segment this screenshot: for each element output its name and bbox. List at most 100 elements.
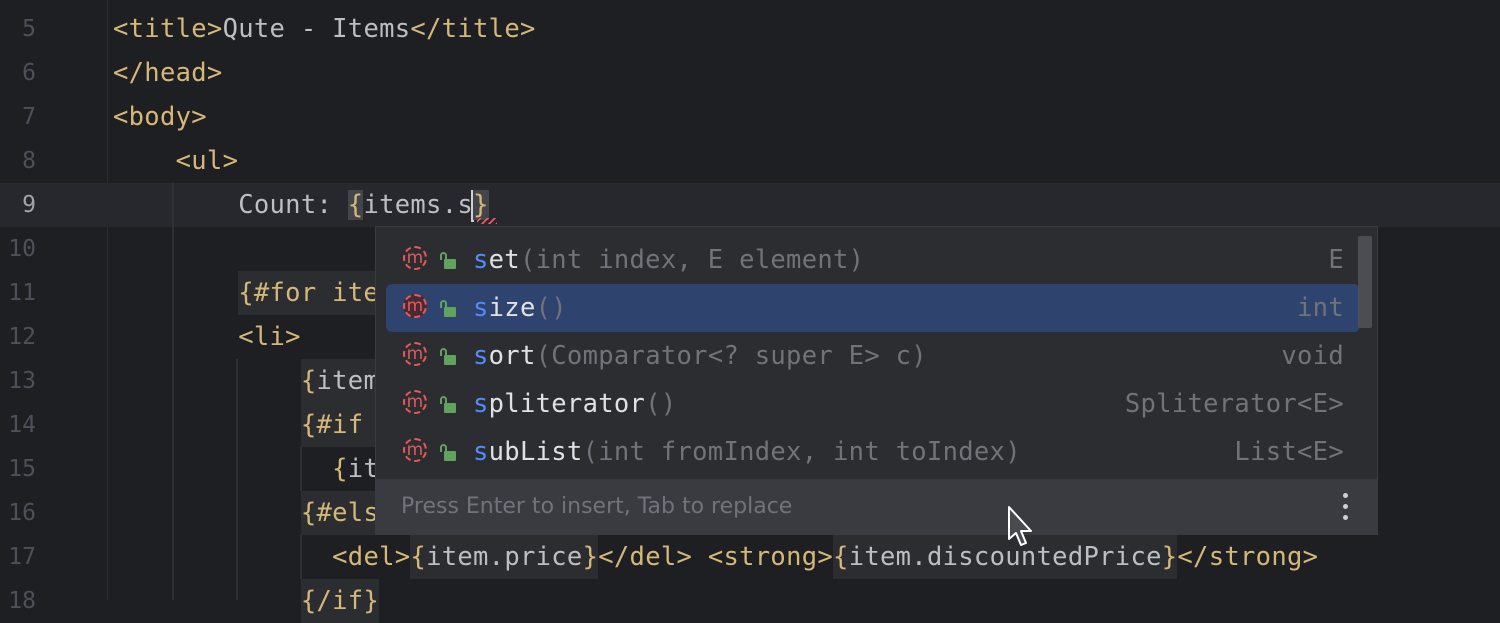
line-number: 8 — [22, 148, 36, 174]
method-params: () — [645, 389, 677, 419]
code-token: { — [300, 359, 317, 403]
public-lock-icon — [439, 396, 457, 414]
method-name: ize — [488, 293, 536, 323]
method-icon: m — [403, 438, 427, 462]
line-number: 18 — [8, 588, 36, 614]
error-squiggle — [477, 218, 497, 224]
code-token: <del> — [332, 542, 411, 572]
method-icon: m — [403, 342, 427, 366]
code-token: Count: — [238, 190, 348, 220]
code-token: {/if} — [300, 579, 380, 623]
code-line[interactable]: 18 {/if} — [0, 579, 1500, 623]
method-signature: sort(Comparator<? super E> c) — [473, 332, 927, 380]
method-icon: m — [403, 294, 427, 318]
return-type: int — [1297, 293, 1344, 323]
return-type: List<E> — [1234, 437, 1344, 467]
line-number: 14 — [8, 412, 36, 438]
line-number: 7 — [22, 104, 36, 130]
code-token: <li> — [238, 322, 301, 352]
indent-guide — [300, 535, 302, 579]
typed-prefix: s — [473, 293, 489, 323]
method-params: (Comparator<? super E> c) — [535, 341, 927, 371]
method-signature: set(int index, E element) — [473, 236, 864, 284]
method-name: pliterator — [488, 389, 646, 419]
public-lock-icon — [439, 348, 457, 366]
code-token: } — [473, 190, 489, 220]
code-line[interactable]: 8 <ul> — [0, 139, 1500, 183]
code-text: {#else} — [113, 491, 411, 535]
return-type: Spliterator<E> — [1124, 389, 1344, 419]
code-line[interactable]: 17 <del>{item.price}</del> <strong>{item… — [0, 535, 1500, 579]
code-text: <del>{item.price}</del> <strong>{item.di… — [113, 535, 1318, 579]
method-name: et — [488, 245, 520, 275]
code-text: <ul> — [113, 139, 238, 183]
code-token: </head> — [113, 58, 223, 88]
code-token: item.discountedPrice — [848, 535, 1162, 579]
code-token: <body> — [113, 102, 207, 132]
code-line[interactable]: 5 <title>Qute - Items</title> — [0, 7, 1500, 51]
code-token: } — [582, 535, 599, 579]
code-text: Count: {items.s} — [113, 183, 489, 227]
public-lock-icon — [439, 300, 457, 318]
code-token: } — [1161, 535, 1178, 579]
code-token: { — [347, 190, 364, 220]
code-token: { — [410, 535, 427, 579]
typed-prefix: s — [473, 245, 489, 275]
code-text: <li> — [113, 315, 301, 359]
completion-item[interactable]: m set(int index, E element) E — [386, 236, 1360, 284]
completion-popup: m set(int index, E element) Em size() int m so… — [375, 226, 1378, 535]
completion-hint: Press Enter to insert, Tab to replace — [401, 494, 793, 519]
completion-scrollbar[interactable] — [1358, 236, 1372, 328]
indent-guide — [236, 359, 238, 600]
code-text: <title>Qute - Items</title> — [113, 7, 536, 51]
code-token: { — [833, 535, 849, 579]
code-token: Qute - Items — [222, 14, 411, 44]
more-vertical-icon[interactable] — [1343, 493, 1349, 521]
line-number: 11 — [8, 280, 36, 306]
method-name: ort — [488, 341, 536, 371]
line-number: 15 — [8, 456, 36, 482]
code-line[interactable]: 6 </head> — [0, 51, 1500, 95]
method-name: ubList — [488, 437, 583, 467]
public-lock-icon — [439, 252, 457, 270]
code-token: <title> — [113, 14, 223, 44]
code-token: item.price — [426, 535, 583, 579]
typed-prefix: s — [473, 341, 489, 371]
line-number: 12 — [8, 324, 36, 350]
line-number: 17 — [8, 544, 36, 570]
code-token: </del> — [598, 542, 708, 572]
code-token: <strong> — [707, 542, 834, 572]
method-icon: m — [403, 390, 427, 414]
mouse-pointer-icon — [1008, 506, 1032, 546]
completion-item[interactable]: m subList(int fromIndex, int toIndex) List… — [386, 428, 1360, 476]
return-type: void — [1281, 341, 1344, 371]
line-number: 16 — [8, 500, 36, 526]
code-token: </strong> — [1177, 542, 1319, 572]
code-token: <ul> — [175, 146, 239, 176]
method-params: (int index, E element) — [519, 245, 865, 275]
method-params: () — [535, 293, 567, 323]
typed-prefix: s — [473, 389, 489, 419]
public-lock-icon — [439, 444, 457, 462]
code-line[interactable]: 9 Count: {items.s} — [0, 183, 1500, 227]
code-text: <body> — [113, 95, 207, 139]
line-number: 10 — [8, 236, 36, 262]
code-text: {/if} — [113, 579, 380, 623]
line-number: 13 — [8, 368, 36, 394]
line-number: 5 — [22, 16, 36, 42]
completion-item[interactable]: m size() int — [386, 284, 1360, 332]
code-token: { — [332, 454, 348, 484]
code-line[interactable]: 7 <body> — [0, 95, 1500, 139]
indent-guide — [300, 447, 302, 491]
completion-item[interactable]: m spliterator() Spliterator<E> — [386, 380, 1360, 428]
method-params: (int fromIndex, int toIndex) — [582, 437, 1021, 467]
code-token: items.s — [363, 190, 474, 220]
return-type: E — [1328, 245, 1344, 275]
completion-footer: Press Enter to insert, Tab to replace — [376, 479, 1377, 534]
method-icon: m — [403, 246, 427, 270]
completion-item[interactable]: m sort(Comparator<? super E> c) void — [386, 332, 1360, 380]
method-signature: size() — [473, 284, 567, 332]
method-signature: subList(int fromIndex, int toIndex) — [473, 428, 1021, 476]
line-number: 6 — [22, 60, 36, 86]
typed-prefix: s — [473, 437, 489, 467]
